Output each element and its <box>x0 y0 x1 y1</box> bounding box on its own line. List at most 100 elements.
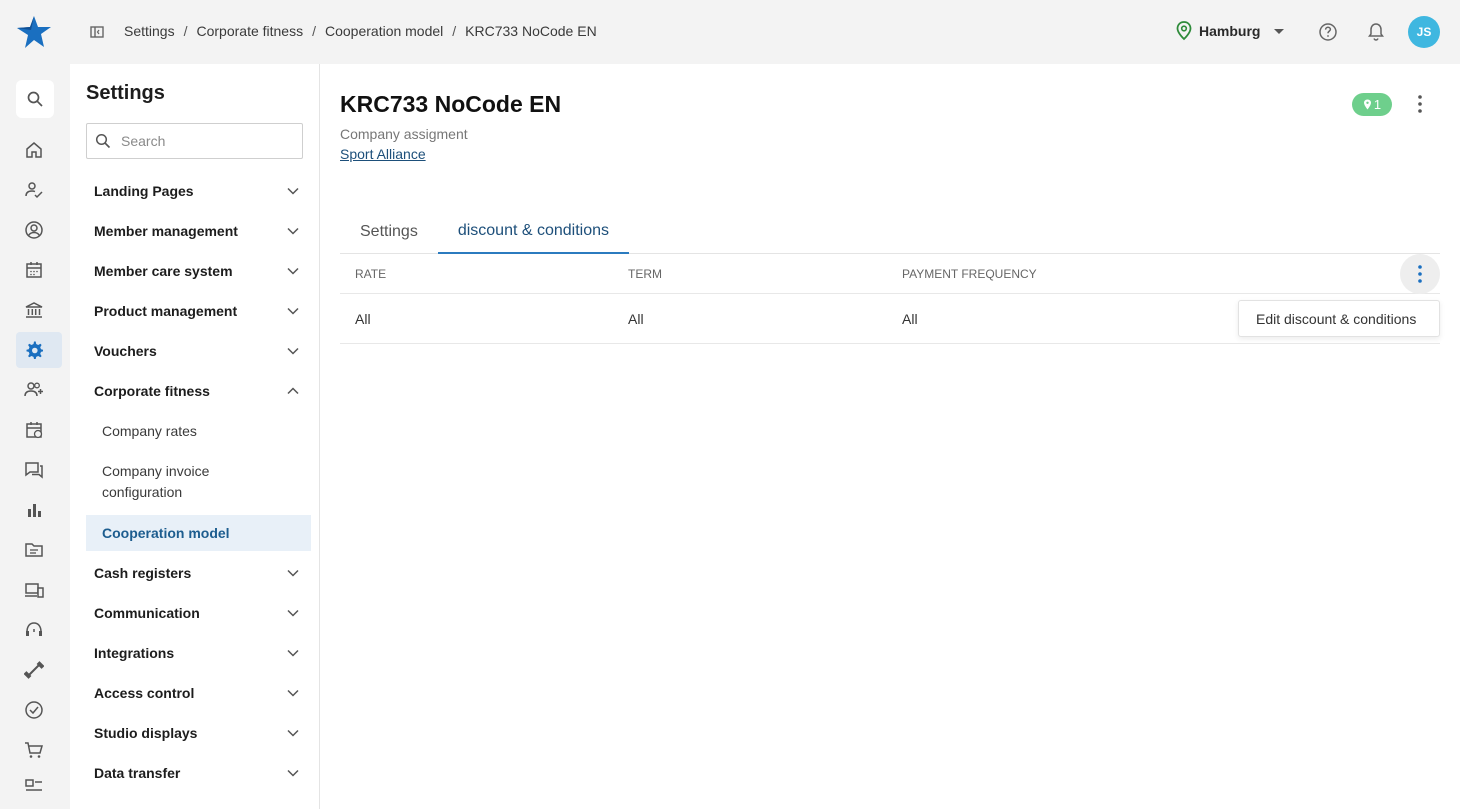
home-icon <box>26 142 42 158</box>
menu-group-data-transfer[interactable]: Data transfer <box>86 753 311 793</box>
avatar[interactable]: JS <box>1408 16 1440 48</box>
settings-search-field[interactable] <box>86 123 303 159</box>
rail-search-button[interactable] <box>16 80 54 118</box>
menu-group-member-care-system[interactable]: Member care system <box>86 251 311 291</box>
menu-item-cooperation-model[interactable]: Cooperation model <box>86 515 311 551</box>
location-pin-icon <box>1363 99 1371 110</box>
menu-group-label: Corporate fitness <box>94 383 210 399</box>
icon-rail <box>0 64 70 809</box>
menu-group-label: Data transfer <box>94 765 181 781</box>
rail-calendar[interactable] <box>16 252 62 288</box>
headset-icon <box>26 622 42 636</box>
menu-item-company-rates[interactable]: Company rates <box>86 411 311 451</box>
rail-members[interactable] <box>16 212 62 248</box>
user-check-icon <box>25 182 43 199</box>
breadcrumb-separator: / <box>312 23 316 39</box>
top-bar: Settings / Corporate fitness / Cooperati… <box>0 0 1460 64</box>
breadcrumb-current-page: KRC733 NoCode EN <box>465 23 597 39</box>
location-selector[interactable]: Hamburg <box>1175 21 1285 41</box>
chevron-down-icon <box>287 609 299 617</box>
tab-discount-conditions[interactable]: discount & conditions <box>437 209 630 254</box>
location-count-badge[interactable]: 1 <box>1352 93 1392 116</box>
menu-group-label: Member care system <box>94 263 233 279</box>
logo-star-icon[interactable] <box>14 14 54 50</box>
menu-group-corporate-fitness[interactable]: Corporate fitness <box>86 371 311 411</box>
settings-menu: Landing Pages Member management Member c… <box>86 171 311 793</box>
main-content: KRC733 NoCode EN Company assigment Sport… <box>320 64 1460 809</box>
column-header-rate: RATE <box>355 266 387 281</box>
menu-group-label: Member management <box>94 223 238 239</box>
settings-search-input[interactable] <box>121 133 291 149</box>
breadcrumb-separator: / <box>183 23 188 39</box>
menu-group-communication[interactable]: Communication <box>86 593 311 633</box>
breadcrumb: Settings / Corporate fitness / Cooperati… <box>124 23 597 39</box>
search-icon <box>27 91 43 107</box>
menu-group-vouchers[interactable]: Vouchers <box>86 331 311 371</box>
breadcrumb-separator: / <box>452 23 457 39</box>
dumbbell-icon <box>24 661 44 679</box>
chevron-down-icon <box>287 267 299 275</box>
menu-group-member-management[interactable]: Member management <box>86 211 311 251</box>
help-icon[interactable] <box>1318 22 1338 42</box>
menu-group-product-management[interactable]: Product management <box>86 291 311 331</box>
rail-documents[interactable] <box>16 532 62 568</box>
badge-count: 1 <box>1373 97 1382 112</box>
calendar-icon <box>26 262 42 278</box>
cart-icon <box>25 742 43 758</box>
folder-icon <box>25 543 43 557</box>
tab-settings[interactable]: Settings <box>340 209 438 254</box>
devices-icon <box>25 583 44 598</box>
account-icon <box>25 221 43 239</box>
location-label: Hamburg <box>1199 23 1261 39</box>
rail-devices[interactable] <box>16 572 62 608</box>
company-link[interactable]: Sport Alliance <box>340 146 426 162</box>
rail-messages[interactable] <box>16 452 62 488</box>
menu-group-landing-pages[interactable]: Landing Pages <box>86 171 311 211</box>
settings-sidebar: Settings Landing Pages Member management… <box>70 64 320 809</box>
menu-group-label: Vouchers <box>94 343 157 359</box>
rail-analytics[interactable] <box>16 492 62 528</box>
panel-toggle-icon[interactable] <box>89 24 105 40</box>
menu-group-label: Communication <box>94 605 200 621</box>
menu-group-access-control[interactable]: Access control <box>86 673 311 713</box>
menu-group-cash-registers[interactable]: Cash registers <box>86 553 311 593</box>
tab-bar: Settings discount & conditions <box>340 209 1440 254</box>
rail-reviews[interactable] <box>16 769 62 805</box>
reviews-icon <box>25 779 42 791</box>
rail-training[interactable] <box>16 652 62 688</box>
rail-shop[interactable] <box>16 732 62 768</box>
rail-support[interactable] <box>16 612 62 648</box>
rail-check-in[interactable] <box>16 172 62 208</box>
cell-payment-frequency: All <box>902 310 918 327</box>
breadcrumb-corporate-fitness[interactable]: Corporate fitness <box>196 23 303 39</box>
location-pin-icon <box>1176 21 1192 41</box>
chevron-down-icon <box>287 227 299 235</box>
table-header: RATE TERM PAYMENT FREQUENCY <box>340 254 1440 294</box>
rail-settings[interactable] <box>16 332 62 368</box>
chevron-down-icon <box>287 689 299 697</box>
rail-leads[interactable] <box>16 372 62 408</box>
search-icon <box>95 133 111 149</box>
bar-chart-icon <box>28 504 41 517</box>
rail-tasks[interactable] <box>16 692 62 728</box>
check-circle-icon <box>25 701 43 719</box>
breadcrumb-settings[interactable]: Settings <box>124 23 175 39</box>
menu-group-studio-displays[interactable]: Studio displays <box>86 713 311 753</box>
row-more-menu-button[interactable] <box>1400 254 1440 294</box>
settings-icon <box>26 341 43 359</box>
menu-group-integrations[interactable]: Integrations <box>86 633 311 673</box>
rail-home[interactable] <box>16 132 62 168</box>
rail-appointments[interactable] <box>16 412 62 448</box>
chevron-up-icon <box>287 387 299 395</box>
bell-icon[interactable] <box>1367 22 1385 42</box>
bank-icon <box>25 302 43 318</box>
menu-group-label: Cash registers <box>94 565 192 581</box>
chevron-down-icon <box>287 187 299 195</box>
menu-item-company-invoice-configuration[interactable]: Company invoice configuration <box>86 451 246 513</box>
edit-discount-conditions-menu-item[interactable]: Edit discount & conditions <box>1238 300 1440 337</box>
breadcrumb-cooperation-model[interactable]: Cooperation model <box>325 23 443 39</box>
add-user-icon <box>24 382 43 397</box>
page-more-menu-button[interactable] <box>1410 92 1430 116</box>
chevron-down-icon <box>287 769 299 777</box>
rail-finance[interactable] <box>16 292 62 328</box>
